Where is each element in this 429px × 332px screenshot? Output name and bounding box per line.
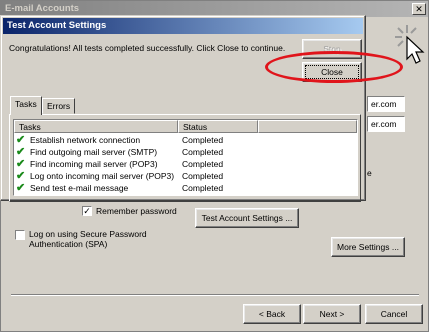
table-row[interactable]: ✔ Find incoming mail server (POP3) Compl…: [14, 158, 357, 170]
close-icon[interactable]: ✕: [412, 3, 426, 15]
task-status: Completed: [182, 183, 224, 193]
table-row[interactable]: ✔ Send test e-mail message Completed: [14, 182, 357, 194]
column-header-filler: [258, 120, 357, 133]
tab-errors[interactable]: Errors: [42, 98, 76, 114]
table-row[interactable]: ✔ Log onto incoming mail server (POP3) C…: [14, 170, 357, 182]
table-row[interactable]: ✔ Find outgoing mail server (SMTP) Compl…: [14, 146, 357, 158]
account-field-partial-2[interactable]: er.com: [367, 116, 405, 132]
test-account-settings-dialog: Test Account Settings Congratulations! A…: [0, 15, 366, 202]
more-settings-button[interactable]: More Settings ...: [331, 237, 405, 257]
dialog-title: Test Account Settings: [3, 18, 363, 34]
table-row[interactable]: ✔ Establish network connection Completed: [14, 134, 357, 146]
back-button[interactable]: < Back: [243, 304, 301, 324]
cancel-button[interactable]: Cancel: [365, 304, 423, 324]
task-status: Completed: [182, 159, 224, 169]
task-status: Completed: [182, 135, 224, 145]
task-name: Establish network connection: [30, 135, 141, 145]
remember-password-checkbox[interactable]: ✓: [82, 206, 92, 216]
next-button[interactable]: Next >: [303, 304, 361, 324]
task-status: Completed: [182, 171, 224, 181]
task-status: Completed: [182, 147, 224, 157]
task-name: Log onto incoming mail server (POP3): [30, 171, 175, 181]
spa-label: Log on using Secure Password Authenticat…: [29, 229, 147, 249]
tasks-list: Tasks Status ✔ Establish network connect…: [13, 119, 358, 196]
success-message: Congratulations! All tests completed suc…: [9, 43, 286, 53]
task-name: Send test e-mail message: [30, 183, 129, 193]
highlight-ellipse: [265, 51, 403, 83]
task-name: Find outgoing mail server (SMTP): [30, 147, 158, 157]
hidden-label-fragment: e: [367, 168, 372, 178]
checkmark-icon: ✔: [16, 182, 26, 194]
account-field-partial-1[interactable]: er.com: [367, 96, 405, 112]
task-name: Find incoming mail server (POP3): [30, 159, 158, 169]
remember-password-label: Remember password: [96, 206, 177, 216]
column-header-tasks[interactable]: Tasks: [14, 120, 178, 133]
test-account-settings-button[interactable]: Test Account Settings ...: [195, 208, 299, 228]
footer-separator: [11, 294, 419, 296]
column-header-status[interactable]: Status: [178, 120, 258, 133]
spa-checkbox[interactable]: [15, 230, 25, 240]
tab-tasks[interactable]: Tasks: [10, 96, 42, 115]
